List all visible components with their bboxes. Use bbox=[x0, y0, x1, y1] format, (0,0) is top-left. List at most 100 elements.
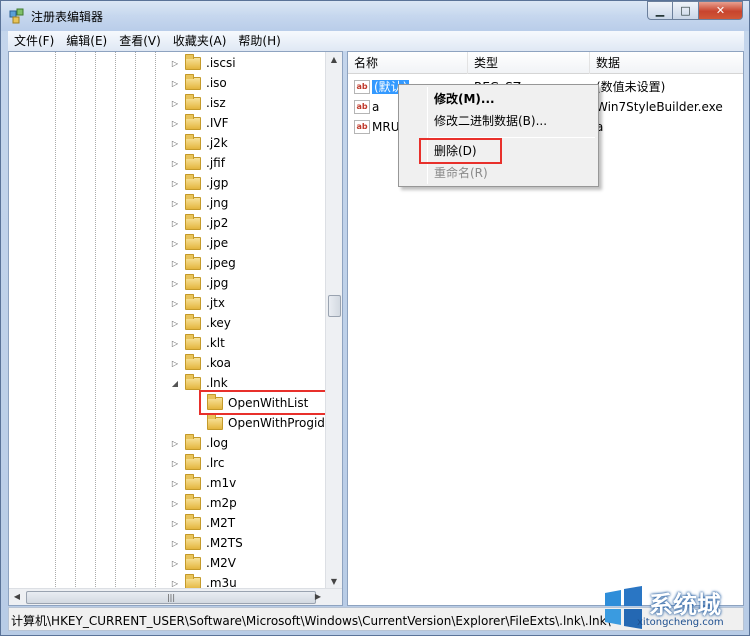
folder-icon bbox=[185, 453, 201, 470]
red-highlight-box bbox=[419, 138, 502, 164]
expand-arrow-icon[interactable]: ▷ bbox=[169, 79, 181, 88]
tree-item-label: .iso bbox=[206, 76, 227, 90]
tree-item[interactable]: ▷ .koa bbox=[169, 353, 231, 373]
tree-item-label: .j2k bbox=[206, 136, 228, 150]
scroll-thumb[interactable] bbox=[328, 295, 341, 317]
tree-item[interactable]: ▷ .jpe bbox=[169, 233, 228, 253]
scroll-right-icon[interactable]: ▶ bbox=[310, 589, 326, 605]
tree-item[interactable]: ▷ .iscsi bbox=[169, 53, 236, 73]
expand-arrow-icon[interactable]: ▷ bbox=[169, 359, 181, 368]
expand-arrow-icon[interactable]: ▷ bbox=[169, 499, 181, 508]
expand-arrow-icon[interactable]: ▷ bbox=[169, 259, 181, 268]
menu-help[interactable]: 帮助(H) bbox=[232, 31, 286, 51]
minimize-button[interactable]: ▁ bbox=[647, 1, 673, 20]
expand-arrow-icon[interactable]: ▷ bbox=[169, 239, 181, 248]
tree-item-label: .klt bbox=[206, 336, 225, 350]
close-button[interactable]: ✕ bbox=[699, 1, 743, 20]
scroll-up-icon[interactable]: ▲ bbox=[326, 52, 342, 68]
tree-item[interactable]: ▷ .m2p bbox=[169, 493, 237, 513]
menu-view[interactable]: 查看(V) bbox=[113, 31, 167, 51]
expand-arrow-icon[interactable]: ▷ bbox=[169, 219, 181, 228]
tree-item[interactable]: ▷ .jp2 bbox=[169, 213, 228, 233]
tree-item[interactable]: ▷ .M2V bbox=[169, 553, 236, 573]
title-bar[interactable]: 注册表编辑器 ▁ □ ✕ bbox=[1, 1, 749, 31]
tree-item[interactable]: ▷ .jpg bbox=[169, 273, 228, 293]
folder-icon bbox=[185, 293, 201, 310]
menu-favorites[interactable]: 收藏夹(A) bbox=[167, 31, 233, 51]
column-header-data[interactable]: 数据 bbox=[590, 52, 743, 74]
expand-arrow-icon[interactable]: ▷ bbox=[169, 179, 181, 188]
tree-item[interactable]: ▷ .isz bbox=[169, 93, 226, 113]
tree-vertical-scrollbar[interactable]: ▲ ▼ bbox=[325, 52, 342, 590]
collapse-arrow-icon[interactable]: ◢ bbox=[169, 379, 181, 388]
scroll-left-icon[interactable]: ◀ bbox=[9, 589, 25, 605]
tree-item[interactable]: ▷ .log bbox=[169, 433, 228, 453]
tree-item[interactable]: ▷ .j2k bbox=[169, 133, 228, 153]
tree-subkey-openwithprogids[interactable]: OpenWithProgids bbox=[199, 413, 331, 433]
folder-open-icon bbox=[185, 373, 201, 390]
expand-arrow-icon[interactable]: ▷ bbox=[169, 99, 181, 108]
expand-arrow-icon[interactable]: ▷ bbox=[169, 119, 181, 128]
expand-arrow-icon[interactable]: ▷ bbox=[169, 539, 181, 548]
expand-arrow-icon[interactable]: ▷ bbox=[169, 459, 181, 468]
expand-arrow-icon[interactable]: ▷ bbox=[169, 139, 181, 148]
expand-arrow-icon[interactable]: ▷ bbox=[169, 559, 181, 568]
menu-item-modify-binary[interactable]: 修改二进制数据(B)... bbox=[434, 110, 547, 132]
tree-item[interactable]: ▷ .jng bbox=[169, 193, 228, 213]
value-name-cell: a bbox=[372, 100, 380, 114]
tree-horizontal-scrollbar[interactable]: ◀ ||| ▶ bbox=[9, 588, 342, 605]
tree-item[interactable]: ▷ .m1v bbox=[169, 473, 236, 493]
maximize-button[interactable]: □ bbox=[673, 1, 699, 20]
watermark-text: 系统城 bbox=[649, 591, 721, 619]
tree-item-label: .jfif bbox=[206, 156, 225, 170]
tree-item[interactable]: ▷ .jtx bbox=[169, 293, 225, 313]
expand-arrow-icon[interactable]: ▷ bbox=[169, 479, 181, 488]
expand-arrow-icon[interactable]: ▷ bbox=[169, 159, 181, 168]
expand-arrow-icon[interactable]: ▷ bbox=[169, 199, 181, 208]
tree-item-label: .koa bbox=[206, 356, 232, 370]
expand-arrow-icon[interactable]: ▷ bbox=[169, 519, 181, 528]
expand-arrow-icon[interactable]: ▷ bbox=[169, 579, 181, 588]
tree-item[interactable]: ▷ .lrc bbox=[169, 453, 224, 473]
expand-arrow-icon[interactable]: ▷ bbox=[169, 299, 181, 308]
expand-arrow-icon[interactable]: ▷ bbox=[169, 279, 181, 288]
tree-item-label: .jgp bbox=[206, 176, 229, 190]
tree-item-label: .iscsi bbox=[206, 56, 236, 70]
folder-icon bbox=[185, 113, 201, 130]
expand-arrow-icon[interactable]: ▷ bbox=[169, 339, 181, 348]
expand-arrow-icon[interactable]: ▷ bbox=[169, 59, 181, 68]
folder-icon bbox=[185, 93, 201, 110]
tree-guide-line bbox=[155, 52, 156, 605]
tree-item[interactable]: ▷ .M2TS bbox=[169, 533, 243, 553]
key-tree-pane[interactable]: ▷ .iscsi ▷ .iso ▷ .isz ▷ .IVF ▷ .j2k ▷ .jfif ▷… bbox=[8, 51, 343, 606]
folder-icon bbox=[185, 153, 201, 170]
tree-item[interactable]: ▷ .klt bbox=[169, 333, 225, 353]
tree-item[interactable]: ▷ .jpeg bbox=[169, 253, 236, 273]
tree-item[interactable]: ▷ .jfif bbox=[169, 153, 225, 173]
tree-item[interactable]: ▷ .IVF bbox=[169, 113, 228, 133]
string-value-icon: ab bbox=[354, 100, 370, 114]
menu-file[interactable]: 文件(F) bbox=[8, 31, 60, 51]
scroll-thumb[interactable]: ||| bbox=[26, 591, 316, 604]
tree-item[interactable]: ▷ .key bbox=[169, 313, 231, 333]
tree-item[interactable]: ▷ .iso bbox=[169, 73, 227, 93]
folder-icon bbox=[185, 173, 201, 190]
value-context-menu: 修改(M)... 修改二进制数据(B)... 删除(D) 重命名(R) bbox=[398, 84, 599, 187]
status-key-path: 计算机\HKEY_CURRENT_USER\Software\Microsoft… bbox=[11, 614, 611, 628]
regedit-app-icon bbox=[9, 8, 24, 24]
tree-guide-line bbox=[95, 52, 96, 605]
expand-arrow-icon[interactable]: ▷ bbox=[169, 319, 181, 328]
folder-icon bbox=[185, 353, 201, 370]
folder-icon bbox=[185, 553, 201, 570]
tree-guide-line bbox=[55, 52, 56, 605]
menu-item-modify[interactable]: 修改(M)... bbox=[434, 88, 495, 110]
column-header-name[interactable]: 名称 bbox=[348, 52, 468, 74]
tree-item[interactable]: ▷ .M2T bbox=[169, 513, 235, 533]
column-header-type[interactable]: 类型 bbox=[468, 52, 590, 74]
folder-icon bbox=[185, 313, 201, 330]
tree-item-label: .m2p bbox=[206, 496, 237, 510]
value-data-cell: (数值未设置) bbox=[596, 80, 666, 94]
tree-item[interactable]: ▷ .jgp bbox=[169, 173, 228, 193]
menu-edit[interactable]: 编辑(E) bbox=[60, 31, 113, 51]
expand-arrow-icon[interactable]: ▷ bbox=[169, 439, 181, 448]
